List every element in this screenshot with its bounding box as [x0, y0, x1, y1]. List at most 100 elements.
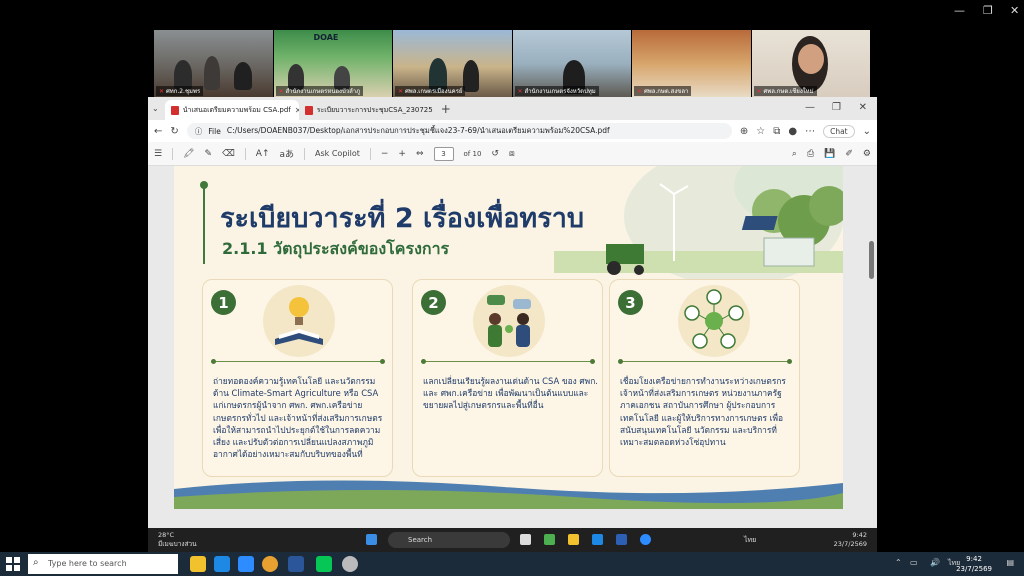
- save-icon[interactable]: 💾: [824, 149, 835, 159]
- favorite-icon[interactable]: ☆: [756, 126, 765, 137]
- print-icon[interactable]: ⎙: [807, 149, 814, 159]
- video-tile[interactable]: ศพล.เกษตรเมืองนครย์: [393, 30, 512, 97]
- volume-icon[interactable]: 🔊: [930, 558, 940, 567]
- url-scheme: File: [208, 126, 221, 136]
- settings-icon[interactable]: ⚙: [863, 149, 871, 159]
- network-icon: [678, 285, 750, 357]
- tab-pdf-2[interactable]: ระเบียบวาระการประชุมCSA_2307256 ✕: [299, 100, 433, 120]
- app-icon[interactable]: [262, 556, 278, 572]
- restore-icon[interactable]: ❐: [983, 4, 993, 17]
- save-as-icon[interactable]: ✐: [845, 149, 853, 159]
- app-icon[interactable]: [342, 556, 358, 572]
- windows-start-icon[interactable]: [366, 534, 377, 545]
- word-icon[interactable]: [288, 556, 304, 572]
- copilot-chat-button[interactable]: Chat: [823, 124, 855, 138]
- file-explorer-icon[interactable]: [190, 556, 206, 572]
- refresh-icon[interactable]: ↻: [170, 126, 178, 137]
- divider: [369, 147, 371, 160]
- tab-pdf-1[interactable]: นำเสนอเตรียมความพร้อม CSA.pdf ✕: [164, 100, 299, 120]
- tab-bar: ⌄ นำเสนอเตรียมความพร้อม CSA.pdf ✕ ระเบีย…: [148, 97, 877, 120]
- video-tile[interactable]: ศพล.กษต.เชียงใหม่: [751, 30, 870, 97]
- app-icon[interactable]: [616, 534, 627, 545]
- profile-icon[interactable]: ●: [788, 126, 797, 137]
- taskbar-clock[interactable]: 9:42 23/7/2569: [956, 554, 992, 574]
- participant-name: ศพล.กษต.สงขลา: [634, 86, 692, 96]
- fit-page-icon[interactable]: ⇔: [416, 149, 424, 159]
- search-icon[interactable]: ⌕: [792, 149, 797, 159]
- page-total: of 10: [463, 149, 482, 158]
- zoom-icon[interactable]: ⊕: [740, 126, 748, 137]
- zoom-out-icon[interactable]: −: [381, 149, 389, 159]
- tile-banner: DOAE: [313, 33, 339, 42]
- screen: — ❐ ✕ ศทก.2.ชุมพร DOAE สำนักงานเกษตรหนอง…: [0, 0, 1024, 576]
- card-number: 3: [618, 290, 643, 315]
- remote-taskbar: 28°C มีเมฆบางส่วน Search ไทย 9:42 23/7/2…: [148, 528, 877, 552]
- weather-text: มีเมฆบางส่วน: [158, 540, 197, 548]
- task-view-icon[interactable]: [520, 534, 531, 545]
- back-icon[interactable]: ←: [154, 126, 162, 137]
- file-explorer-icon[interactable]: [568, 534, 579, 545]
- remote-clock[interactable]: 9:42 23/7/2569: [834, 531, 867, 549]
- participant-name: สำนักงานเกษตรจังหวัดปทุม: [514, 86, 599, 96]
- notifications-icon[interactable]: ▤: [1006, 558, 1014, 567]
- windows-start-icon[interactable]: [6, 557, 20, 571]
- weather-widget[interactable]: 28°C มีเมฆบางส่วน: [158, 531, 197, 549]
- new-tab-icon[interactable]: +: [441, 102, 451, 116]
- video-gallery: ศทก.2.ชุมพร DOAE สำนักงานเกษตรหนองบัวลำภ…: [154, 30, 870, 97]
- card-text: เชื่อมโยงเครือข่ายการทำงานระหว่างเกษตรกร…: [620, 376, 786, 448]
- page-view-icon[interactable]: ⧈: [509, 149, 515, 159]
- divider: [172, 147, 174, 160]
- translate-icon[interactable]: aあ: [280, 147, 295, 160]
- network-icon[interactable]: ▭: [910, 558, 918, 567]
- minimize-icon[interactable]: —: [805, 102, 815, 113]
- pdf-viewport[interactable]: ระเบียบวาระที่ 2 เรื่องเพื่อทราบ 2.1.1 ว…: [148, 166, 877, 528]
- highlight-icon[interactable]: 🖍: [183, 149, 194, 159]
- close-icon[interactable]: ✕: [859, 102, 867, 113]
- zoom-icon[interactable]: [640, 534, 651, 545]
- participant-name: ศพล.กษต.เชียงใหม่: [753, 86, 817, 96]
- close-icon[interactable]: ✕: [1010, 4, 1019, 17]
- video-tile[interactable]: DOAE สำนักงานเกษตรหนองบัวลำภู: [273, 30, 392, 97]
- browser-window: ⌄ นำเสนอเตรียมความพร้อม CSA.pdf ✕ ระเบีย…: [148, 97, 877, 528]
- draw-icon[interactable]: ✎: [205, 149, 213, 159]
- erase-icon[interactable]: ⌫: [222, 149, 235, 159]
- objective-card-2: 2 แลกเปลี่ยนเรียนรู้ผลงานเด่นด้าน CSA ขอ…: [412, 279, 603, 477]
- slide-title: ระเบียบวาระที่ 2 เรื่องเพื่อทราบ: [220, 203, 585, 234]
- zoom-in-icon[interactable]: +: [398, 149, 406, 159]
- pdf-icon: [170, 105, 179, 115]
- language-indicator[interactable]: ไทย: [744, 535, 756, 546]
- extensions-icon[interactable]: ⧉: [773, 126, 780, 137]
- rotate-icon[interactable]: ↺: [491, 149, 499, 159]
- video-tile[interactable]: ศพล.กษต.สงขลา: [632, 30, 751, 97]
- minimize-icon[interactable]: —: [954, 4, 965, 17]
- video-tile[interactable]: สำนักงานเกษตรจังหวัดปทุม: [512, 30, 631, 97]
- read-aloud-icon[interactable]: A↑: [256, 149, 270, 159]
- clock-time: 9:42: [852, 531, 867, 539]
- edge-icon[interactable]: [214, 556, 230, 572]
- card-number: 2: [421, 290, 446, 315]
- taskbar-search-input[interactable]: Type here to search: [28, 554, 178, 574]
- clock-time: 9:42: [966, 555, 982, 563]
- chevron-down-icon[interactable]: ⌄: [863, 126, 871, 137]
- app-icon[interactable]: [544, 534, 555, 545]
- video-tile[interactable]: ศทก.2.ชุมพร: [154, 30, 273, 97]
- page-number-input[interactable]: 3: [433, 146, 454, 161]
- clock-date: 23/7/2569: [833, 540, 867, 548]
- url-field[interactable]: ⓘ File C:/Users/DOAENB037/Desktop/เอกสาร…: [186, 123, 732, 139]
- vertical-scrollbar[interactable]: [869, 241, 874, 279]
- line-icon[interactable]: [316, 556, 332, 572]
- restore-icon[interactable]: ❐: [832, 102, 841, 113]
- remote-search-box[interactable]: Search: [388, 532, 510, 548]
- zoom-app-icon[interactable]: [238, 556, 254, 572]
- tray-chevron-icon[interactable]: ⌃: [895, 558, 902, 567]
- address-bar: ← ↻ ⓘ File C:/Users/DOAENB037/Desktop/เอ…: [148, 120, 877, 142]
- ask-copilot-button[interactable]: Ask Copilot: [315, 149, 360, 158]
- book-lightbulb-icon: [263, 285, 335, 357]
- pdf-icon: [304, 105, 313, 115]
- more-icon[interactable]: ⋯: [805, 126, 815, 137]
- objective-card-3: 3 เชื่อมโยงเครือข่ายการทำงานระหว่างเกษตร…: [609, 279, 800, 477]
- tab-list-icon[interactable]: ⌄: [152, 104, 159, 113]
- search-icon: ⌕: [33, 557, 39, 568]
- edge-icon[interactable]: [592, 534, 603, 545]
- contents-icon[interactable]: ☰: [154, 149, 162, 159]
